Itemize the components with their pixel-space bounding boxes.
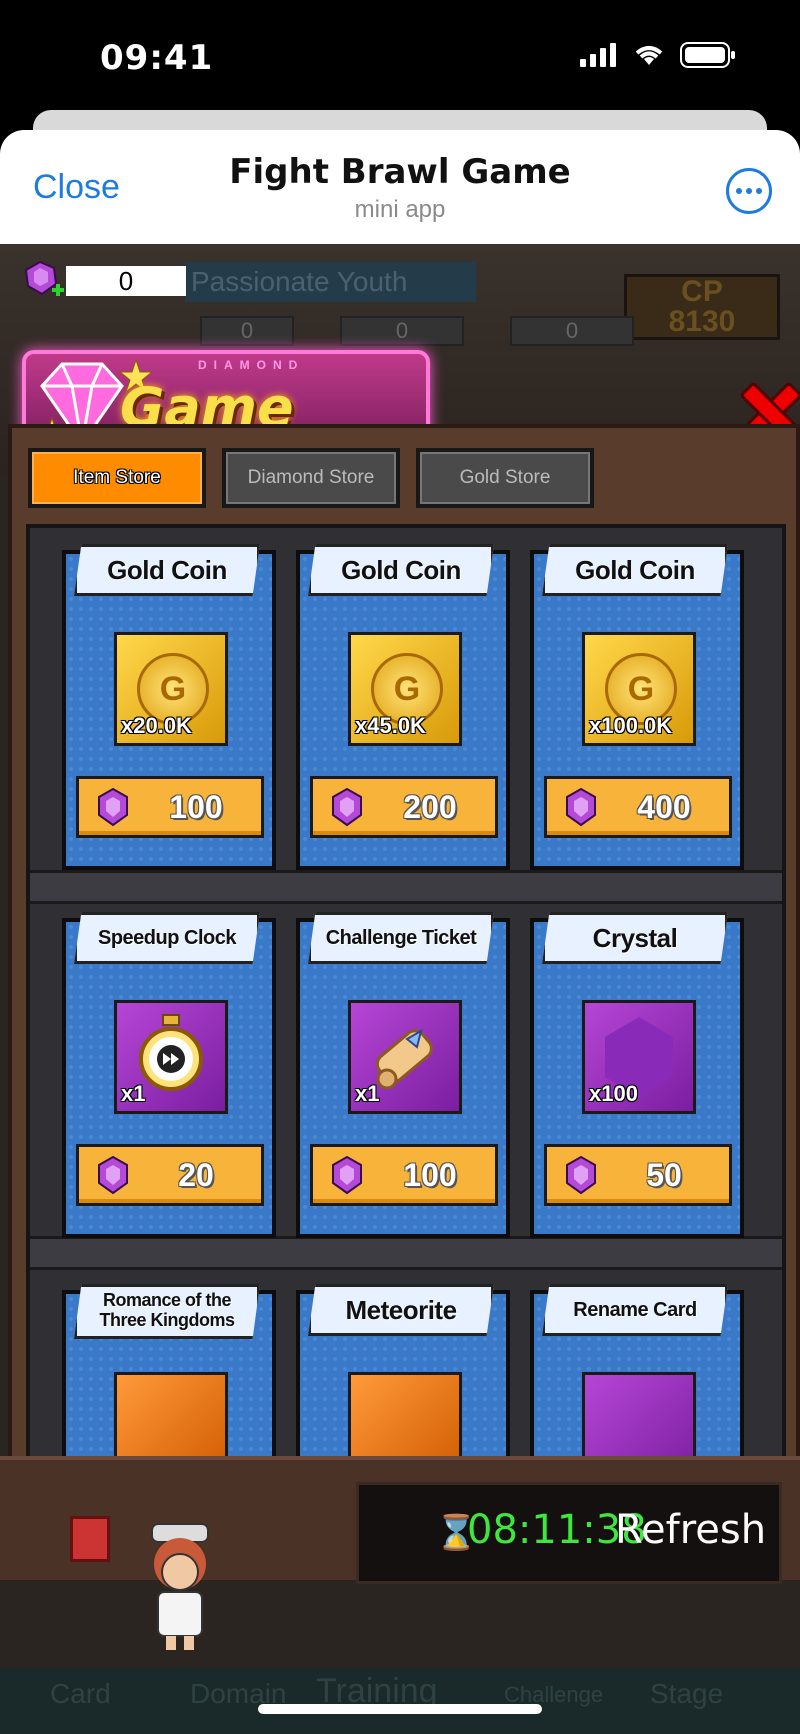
crystal-icon: x100	[582, 1000, 696, 1114]
item-name: Romance of the Three Kingdoms	[74, 1284, 260, 1339]
gem-icon	[332, 787, 362, 827]
logo-subtitle: DIAMOND	[198, 358, 305, 372]
store-item-card[interactable]: Speedup Clock x1 20	[62, 912, 276, 1238]
buy-button[interactable]: 100	[76, 776, 264, 838]
refresh-panel[interactable]: ⌛ 08:11:38 Refresh	[356, 1482, 782, 1584]
store-item-card[interactable]: Challenge Ticket x1 100	[296, 912, 510, 1238]
item-name: Gold Coin	[308, 544, 494, 596]
signal-icon	[580, 43, 616, 67]
more-dot-icon	[736, 188, 742, 194]
item-quantity: x100	[589, 1081, 638, 1106]
gem-counter[interactable]: 0	[22, 260, 186, 302]
item-grid: Gold Coin Gx20.0K 100 Gold Coin Gx45.0K …	[26, 524, 786, 1556]
mini-app-header: Close Fight Brawl Game mini app	[0, 130, 800, 244]
item-name: Challenge Ticket	[308, 912, 494, 964]
inventory-icon[interactable]	[70, 1516, 110, 1562]
resource-value: 0	[200, 316, 294, 346]
item-name-line: Three Kingdoms	[99, 1310, 235, 1330]
shelf-rail	[30, 1236, 782, 1270]
item-quantity: x1	[355, 1081, 380, 1106]
resource-value: 0	[340, 316, 464, 346]
battery-icon	[680, 42, 735, 68]
item-price: 20	[178, 1157, 214, 1193]
buy-button[interactable]: 100	[310, 1144, 498, 1206]
item-price: 200	[403, 789, 457, 825]
tab-item-store[interactable]: Item Store	[28, 448, 206, 508]
buy-button[interactable]: 200	[310, 776, 498, 838]
nav-item-card[interactable]: Card	[50, 1678, 111, 1710]
buy-button[interactable]: 400	[544, 776, 732, 838]
more-options-button[interactable]	[726, 168, 772, 214]
wifi-icon	[635, 46, 663, 65]
gem-icon	[566, 787, 596, 827]
store-item-card[interactable]: Gold Coin Gx45.0K 200	[296, 544, 510, 870]
status-time: 09:41	[100, 38, 214, 78]
gem-icon	[98, 787, 128, 827]
store-item-card[interactable]: Crystal x100 50	[530, 912, 744, 1238]
shelf-rail	[30, 870, 782, 904]
item-name: Meteorite	[308, 1284, 494, 1336]
shopkeeper-character	[151, 1523, 209, 1650]
item-name: Gold Coin	[542, 544, 728, 596]
bottom-nav: Card Domain Training Challenge Stage	[0, 1668, 800, 1734]
store-shelf: Item Store Diamond Store Gold Store Gold…	[8, 424, 800, 1556]
cp-value: 8130	[668, 305, 736, 338]
stopwatch-icon: x1	[114, 1000, 228, 1114]
item-quantity: x45.0K	[355, 713, 426, 738]
nav-item-stage[interactable]: Stage	[650, 1678, 723, 1710]
gold-coin-icon: Gx45.0K	[348, 632, 462, 746]
scroll-icon: x1	[348, 1000, 462, 1114]
item-name: Gold Coin	[74, 544, 260, 596]
item-name-line: Romance of the	[102, 1290, 232, 1310]
item-price: 50	[646, 1157, 682, 1193]
item-price: 100	[169, 789, 223, 825]
tab-gold-store[interactable]: Gold Store	[416, 448, 594, 508]
status-icons	[580, 42, 736, 68]
more-dot-icon	[756, 188, 762, 194]
item-name: Rename Card	[542, 1284, 728, 1336]
tab-diamond-store[interactable]: Diamond Store	[222, 448, 400, 508]
gold-coin-icon: Gx20.0K	[114, 632, 228, 746]
player-name: Passionate Youth	[185, 262, 476, 302]
gem-icon	[332, 1155, 362, 1195]
item-price: 100	[403, 1157, 457, 1193]
refresh-button[interactable]: Refresh	[615, 1507, 766, 1553]
item-quantity: x100.0K	[589, 713, 673, 738]
gold-coin-icon: Gx100.0K	[582, 632, 696, 746]
item-name: Crystal	[542, 912, 728, 964]
store-item-card[interactable]: Gold Coin Gx20.0K 100	[62, 544, 276, 870]
store-item-card[interactable]: Gold Coin Gx100.0K 400	[530, 544, 744, 870]
gem-add-icon[interactable]	[22, 260, 64, 302]
app-title: Fight Brawl Game	[229, 152, 571, 192]
cp-label: CP	[681, 275, 723, 308]
gem-icon	[98, 1155, 128, 1195]
gem-icon	[566, 1155, 596, 1195]
item-quantity: x1	[121, 1081, 146, 1106]
item-quantity: x20.0K	[121, 713, 192, 738]
more-dot-icon	[746, 188, 752, 194]
item-name: Speedup Clock	[74, 912, 260, 964]
game-view: Passionate Youth CP 8130 0 0 0 0 DIAMOND …	[0, 244, 800, 1734]
buy-button[interactable]: 20	[76, 1144, 264, 1206]
app-subtitle: mini app	[354, 196, 446, 223]
cp-box: CP 8130	[624, 274, 780, 340]
home-indicator	[258, 1704, 542, 1714]
item-price: 400	[637, 789, 691, 825]
resource-value: 0	[510, 316, 634, 346]
status-bar: 09:41	[0, 0, 800, 110]
buy-button[interactable]: 50	[544, 1144, 732, 1206]
store-tabs: Item Store Diamond Store Gold Store	[28, 448, 594, 508]
gem-count: 0	[66, 266, 186, 296]
